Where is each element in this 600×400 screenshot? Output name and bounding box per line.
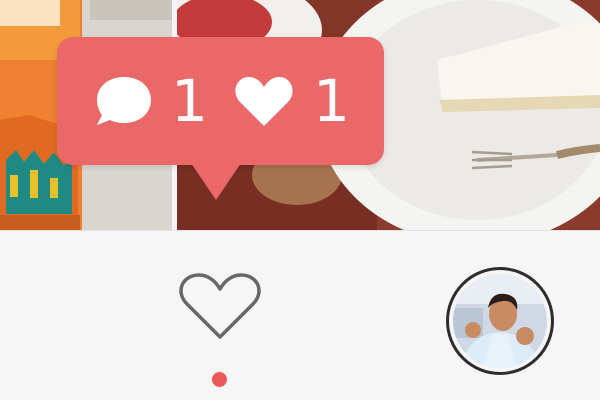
like-count: 1: [313, 67, 350, 135]
heart-filled-icon: [235, 77, 293, 126]
notification-pointer: [189, 160, 243, 200]
comment-icon: [97, 77, 151, 125]
heart-outline-icon: [179, 273, 261, 339]
tab-activity[interactable]: [170, 271, 270, 341]
activity-notification-bubble[interactable]: 1 1: [57, 37, 384, 165]
like-count-item: 1: [233, 37, 350, 165]
activity-unseen-dot: [212, 372, 227, 387]
avatar-photo: [453, 274, 547, 368]
avatar: [453, 274, 547, 368]
comment-count: 1: [171, 67, 208, 135]
app-screen: 1 1: [0, 0, 600, 400]
comment-count-item: 1: [95, 37, 208, 165]
bottom-tab-bar: [0, 230, 600, 400]
tab-profile[interactable]: [446, 267, 554, 375]
